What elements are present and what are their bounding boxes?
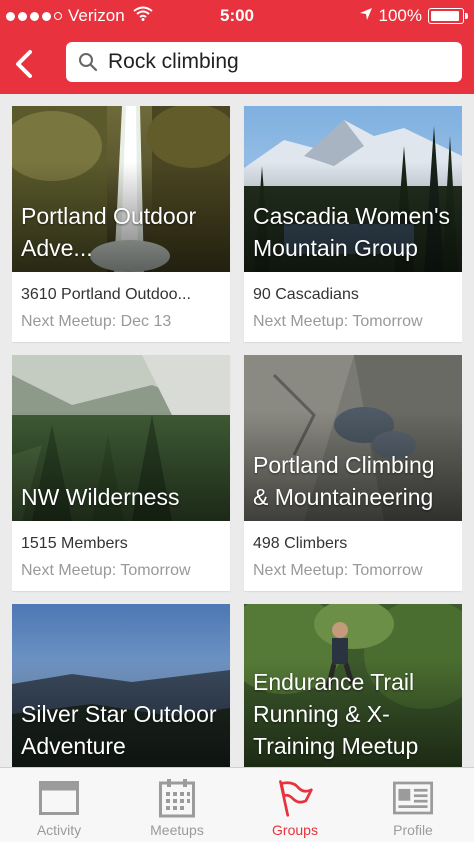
calendar-icon xyxy=(157,778,197,818)
activity-icon xyxy=(39,778,79,818)
group-members: 1515 Members xyxy=(21,535,128,552)
battery-percent: 100% xyxy=(378,6,422,25)
tab-label: Profile xyxy=(393,822,433,838)
group-title: Endurance Trail Running & X-Training Mee… xyxy=(253,669,419,759)
group-title: Cascadia Women's Mountain Group xyxy=(253,203,450,261)
search-input[interactable]: Rock climbing xyxy=(66,42,462,82)
group-card[interactable]: Cascadia Women's Mountain Group 90 Casca… xyxy=(244,106,462,342)
groups-grid: Portland Outdoor Adve... 3610 Portland O… xyxy=(12,106,462,767)
tab-label: Activity xyxy=(36,822,82,838)
group-title: Silver Star Outdoor Adventure xyxy=(21,701,217,759)
group-members: 90 Cascadians xyxy=(253,286,359,303)
search-query-text: Rock climbing xyxy=(108,50,239,73)
group-title: Portland Climbing & Mountaineering xyxy=(253,452,435,510)
group-next-meetup: Next Meetup: Tomorrow xyxy=(253,562,423,579)
tab-meetups[interactable]: Meetups xyxy=(118,768,236,842)
flag-icon xyxy=(275,778,315,818)
location-arrow-icon xyxy=(359,6,373,26)
tab-activity[interactable]: Activity xyxy=(0,768,118,842)
group-photo: NW Wilderness xyxy=(12,355,230,521)
group-title: NW Wilderness xyxy=(21,484,180,510)
group-photo: Portland Climbing & Mountaineering xyxy=(244,355,462,521)
group-next-meetup: Next Meetup: Tomorrow xyxy=(253,313,423,330)
profile-card-icon xyxy=(393,778,433,818)
group-card[interactable]: Portland Outdoor Adve... 3610 Portland O… xyxy=(12,106,230,342)
search-icon xyxy=(78,52,98,72)
back-button[interactable] xyxy=(8,44,38,84)
top-header: Verizon 5:00 100% Rock climbing xyxy=(0,0,474,94)
group-card[interactable]: Portland Climbing & Mountaineering 498 C… xyxy=(244,355,462,591)
group-photo: Endurance Trail Running & X-Training Mee… xyxy=(244,604,462,767)
group-card[interactable]: Endurance Trail Running & X-Training Mee… xyxy=(244,604,462,767)
battery-level xyxy=(431,11,459,21)
tab-label: Meetups xyxy=(150,822,204,838)
group-card[interactable]: Silver Star Outdoor Adventure xyxy=(12,604,230,767)
tab-bar: Activity Meetups Groups Profile xyxy=(0,767,474,842)
tab-groups[interactable]: Groups xyxy=(236,768,354,842)
group-members: 3610 Portland Outdoo... xyxy=(21,286,191,303)
group-photo: Portland Outdoor Adve... xyxy=(12,106,230,272)
status-bar: Verizon 5:00 100% xyxy=(0,0,474,32)
group-next-meetup: Next Meetup: Dec 13 xyxy=(21,313,172,330)
chevron-left-icon xyxy=(16,50,32,78)
group-title: Portland Outdoor Adve... xyxy=(21,203,197,261)
group-members: 498 Climbers xyxy=(253,535,348,552)
status-right: 100% xyxy=(359,6,468,26)
group-photo: Silver Star Outdoor Adventure xyxy=(12,604,230,767)
group-card[interactable]: NW Wilderness 1515 Members Next Meetup: … xyxy=(12,355,230,591)
tab-label: Groups xyxy=(272,822,318,838)
group-photo: Cascadia Women's Mountain Group xyxy=(244,106,462,272)
tab-profile[interactable]: Profile xyxy=(354,768,472,842)
battery-icon xyxy=(428,8,468,24)
group-next-meetup: Next Meetup: Tomorrow xyxy=(21,562,191,579)
